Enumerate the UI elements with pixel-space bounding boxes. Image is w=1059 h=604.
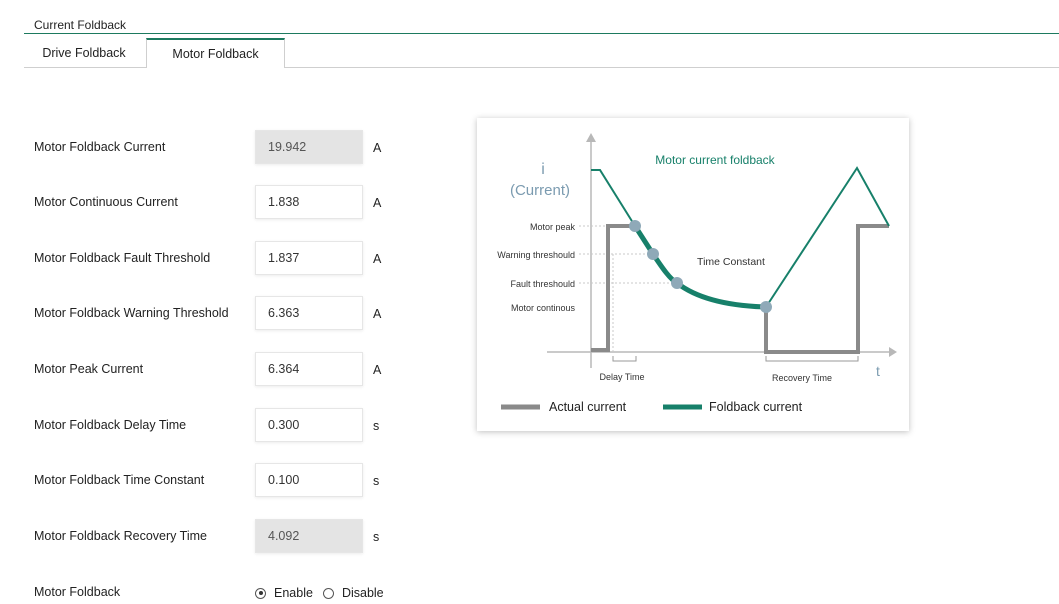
unit-label: A: [373, 252, 382, 266]
unit-label: A: [373, 307, 382, 321]
y-axis-arrow-icon: [586, 133, 596, 142]
motor-foldback-delay-time-field[interactable]: [255, 408, 363, 442]
field-label: Motor Foldback Delay Time: [34, 418, 187, 432]
field-row-motor-foldback-delay-time: Motor Foldback Delay Time s: [34, 408, 414, 442]
time-constant-label: Time Constant: [697, 256, 765, 268]
field-label: Motor Continuous Current: [34, 195, 178, 209]
diagram-title: Motor current foldback: [655, 153, 775, 167]
field-label: Motor Peak Current: [34, 362, 144, 376]
fault-threshold-marker: [671, 277, 683, 289]
field-row-motor-peak-current: Motor Peak Current A: [34, 352, 414, 386]
actual-current-recovery: [764, 224, 889, 354]
field-label: Motor Foldback: [34, 585, 121, 599]
field-label: Motor Foldback Fault Threshold: [34, 251, 211, 265]
foldback-initial-line: [591, 169, 636, 227]
field-row-motor-foldback-current: Motor Foldback Current A: [34, 130, 414, 164]
field-row-motor-foldback-recovery-time: Motor Foldback Recovery Time s: [34, 519, 414, 553]
unit-label: A: [373, 141, 382, 155]
level-label-motor-peak: Motor peak: [530, 222, 576, 232]
delay-time-bracket: [612, 356, 637, 362]
motor-foldback-time-constant-field[interactable]: [255, 463, 363, 497]
unit-label: s: [373, 419, 380, 433]
level-label-continuous: Motor continous: [511, 303, 576, 313]
delay-time-label: Delay Time: [599, 372, 644, 382]
motor-foldback-radio-group: Enable Disable: [255, 585, 394, 601]
y-axis-label: (Current): [510, 182, 570, 199]
motor-foldback-warning-threshold-field[interactable]: [255, 296, 363, 330]
field-label: Motor Foldback Current: [34, 140, 166, 154]
motor-continuous-current-field[interactable]: [255, 185, 363, 219]
disable-radio[interactable]: [322, 587, 334, 599]
recovery-time-label: Recovery Time: [772, 373, 832, 383]
field-row-motor-foldback-time-constant: Motor Foldback Time Constant s: [34, 463, 414, 497]
unit-label: s: [373, 474, 380, 488]
section-title: Current Foldback: [34, 18, 127, 32]
level-label-warning: Warning threshould: [497, 250, 575, 260]
unit-label: A: [373, 363, 382, 377]
legend-label-actual: Actual current: [549, 400, 627, 414]
tab-drive-foldback[interactable]: Drive Foldback: [24, 38, 144, 68]
foldback-diagram-card: Motor current foldback i (Current) t Mot…: [477, 118, 909, 431]
tab-active-gap: [147, 67, 284, 68]
tab-motor-foldback[interactable]: Motor Foldback: [146, 38, 285, 68]
unit-label: A: [373, 196, 382, 210]
field-row-motor-continuous-current: Motor Continuous Current A: [34, 185, 414, 219]
motor-peak-current-field[interactable]: [255, 352, 363, 386]
field-label: Motor Foldback Time Constant: [34, 473, 205, 487]
motor-foldback-fault-threshold-field[interactable]: [255, 241, 363, 275]
field-label: Motor Foldback Recovery Time: [34, 529, 207, 543]
legend-label-foldback: Foldback current: [709, 400, 803, 414]
motor-continuous-marker: [760, 301, 772, 313]
enable-radio-label[interactable]: Enable: [274, 586, 313, 600]
level-label-fault: Fault threshould: [510, 279, 575, 289]
field-row-motor-foldback-fault-threshold: Motor Foldback Fault Threshold A: [34, 241, 414, 275]
x-axis-symbol: t: [876, 363, 880, 379]
enable-radio[interactable]: [255, 587, 266, 599]
motor-foldback-recovery-time-field[interactable]: [255, 519, 363, 553]
disable-radio-label[interactable]: Disable: [342, 586, 384, 600]
y-axis-symbol: i: [541, 161, 545, 178]
foldback-recovery-line: [765, 166, 890, 308]
field-label: Motor Foldback Warning Threshold: [34, 306, 229, 320]
recovery-time-bracket: [765, 356, 859, 362]
motor-foldback-current-field[interactable]: [255, 130, 363, 164]
motor-peak-marker: [629, 220, 641, 232]
field-row-motor-foldback-warning-threshold: Motor Foldback Warning Threshold A: [34, 296, 414, 330]
x-axis-arrow-icon: [889, 347, 897, 357]
section-header: Current Foldback: [24, 14, 1059, 34]
warning-threshold-marker: [647, 248, 659, 260]
foldback-diagram: Motor current foldback i (Current) t Mot…: [497, 133, 897, 414]
unit-label: s: [373, 530, 380, 544]
